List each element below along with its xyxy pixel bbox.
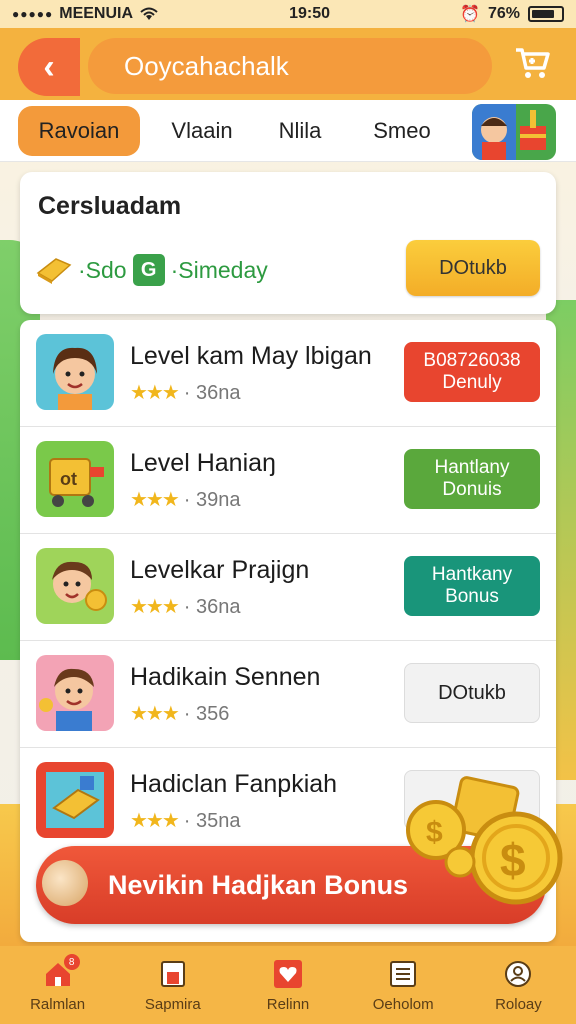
cart-toy-icon: ot (36, 441, 114, 517)
nav-item-relinn[interactable]: Relinn (230, 946, 345, 1024)
nav-label: Relinn (266, 996, 310, 1013)
summary-button-label: DOtukb (439, 256, 507, 279)
summary-card: Cersluadam ·Sdo G ·Simeday DOtukb (20, 172, 556, 314)
item-title: Level kam May lbigan (130, 342, 372, 370)
nav-label: Oeholom (372, 996, 434, 1013)
tab-label: Smeo (373, 118, 431, 143)
item-title: Level Haniaŋ (130, 449, 276, 477)
item-count: · 35na (183, 810, 241, 832)
category-tabs: Ravoian Vlaain Nlila Smeo (0, 100, 576, 162)
home-icon: 8 (42, 954, 80, 990)
gold-bar-frame-icon (36, 762, 114, 838)
profile-icon (505, 961, 532, 987)
header-title-container: Ooycahachalk (88, 38, 492, 94)
kid-avatar-icon (36, 655, 114, 731)
nav-label: Sapmira (144, 996, 201, 1013)
tab-ravoian[interactable]: Ravoian (18, 106, 140, 156)
alarm-icon: ⏰ (460, 6, 480, 23)
item-count: · 36na (183, 596, 241, 618)
gold-coins-icon: $ $ (406, 776, 563, 905)
star-rating-icon: ★★★ (130, 382, 180, 404)
tab-label: Nlila (278, 118, 322, 143)
list-item[interactable]: Level kam May lbigan ★★★ · 36na B08726038… (20, 320, 556, 427)
list-item[interactable]: ot Level Haniaŋ ★★★ · 39na Hantlany Donui… (20, 427, 556, 534)
tab-label: Ravoian (38, 118, 120, 143)
nav-item-oeholom[interactable]: Oeholom (346, 946, 461, 1024)
flask-icon (160, 961, 185, 987)
clock: 19:50 (289, 5, 330, 22)
star-rating-icon: ★★★ (130, 489, 180, 511)
item-title: Levelkar Prajign (130, 556, 310, 584)
signal-icon: ●●●●● (12, 7, 54, 21)
list-item[interactable]: Levelkar Prajign ★★★ · 36na Hantkany Bonu… (20, 534, 556, 641)
item-meta: ★★★ · 35na (130, 808, 241, 833)
item-action-button[interactable]: Hantlany Donuis (404, 449, 540, 509)
star-rating-icon: ★★★ (130, 810, 180, 832)
girl-avatar-icon (36, 334, 114, 410)
item-meta: ★★★ · 36na (130, 594, 241, 619)
heart-icon (274, 960, 302, 988)
promo-thumbnail[interactable] (472, 104, 556, 160)
app-header: Ooycahachalk ‹ (0, 28, 576, 106)
svg-text:$: $ (500, 834, 526, 886)
g-badge-icon: G (132, 254, 165, 286)
item-action-button[interactable]: Hantkany Bonus (404, 556, 540, 616)
star-rating-icon: ★★★ (130, 596, 180, 618)
svg-text:$: $ (426, 816, 443, 849)
summary-title: Cersluadam (38, 192, 182, 220)
summary-stats: ·Sdo G ·Simeday (36, 254, 268, 286)
nav-item-roloay[interactable]: Roloay (461, 946, 576, 1024)
item-title: Hadiclan Fanpkiah (130, 770, 338, 798)
tab-label: Vlaain (171, 118, 233, 143)
list-icon (390, 961, 417, 987)
item-count: · 356 (183, 703, 230, 725)
item-title: Hadikain Sennen (130, 663, 321, 691)
back-button[interactable]: ‹ (18, 38, 80, 96)
gold-bar-icon (36, 258, 72, 284)
tab-nlila[interactable]: Nlila (260, 106, 340, 156)
page-title: Ooycahachalk (124, 50, 289, 81)
status-bar: ●●●●● MEENUIA 19:50 ⏰ 76% (0, 0, 576, 28)
stat-right: ·Simeday (170, 256, 268, 283)
tab-vlaain[interactable]: Vlaain (152, 106, 252, 156)
battery-percent: 76% (487, 5, 520, 22)
item-count: · 36na (183, 382, 241, 404)
battery-icon (528, 6, 564, 22)
wifi-icon (140, 7, 158, 20)
bottom-navigation: 8 Ralmlan Sapmira Relinn Oeholom Roloay (0, 946, 576, 1024)
list-item[interactable]: Hadikain Sennen ★★★ · 356 DOtukb (20, 641, 556, 748)
cart-icon[interactable] (512, 42, 552, 82)
nav-item-ralmlan[interactable]: 8 Ralmlan (0, 946, 115, 1024)
item-action-button[interactable]: DOtukb (404, 663, 540, 723)
notification-badge: 8 (63, 954, 80, 970)
item-count: · 39na (183, 489, 241, 511)
svg-text:ot: ot (60, 469, 77, 489)
item-meta: ★★★ · 36na (130, 380, 241, 405)
stat-left: ·Sdo (78, 256, 127, 283)
item-meta: ★★★ · 39na (130, 487, 241, 512)
summary-action-button[interactable]: DOtukb (406, 240, 540, 296)
boy-coin-avatar-icon (36, 548, 114, 624)
nav-label: Roloay (495, 996, 542, 1013)
item-action-button[interactable]: B08726038 Denuly (404, 342, 540, 402)
item-meta: ★★★ · 356 (130, 701, 229, 726)
chevron-left-icon: ‹ (43, 47, 55, 86)
nav-item-sapmira[interactable]: Sapmira (115, 946, 230, 1024)
tab-smeo[interactable]: Smeo (356, 106, 448, 156)
star-rating-icon: ★★★ (130, 703, 180, 725)
carrier-label: MEENUIA (59, 5, 134, 22)
cta-label: Nevikin Hadjkan Bonus (108, 870, 409, 900)
orb-icon (42, 860, 88, 906)
nav-label: Ralmlan (30, 996, 86, 1013)
